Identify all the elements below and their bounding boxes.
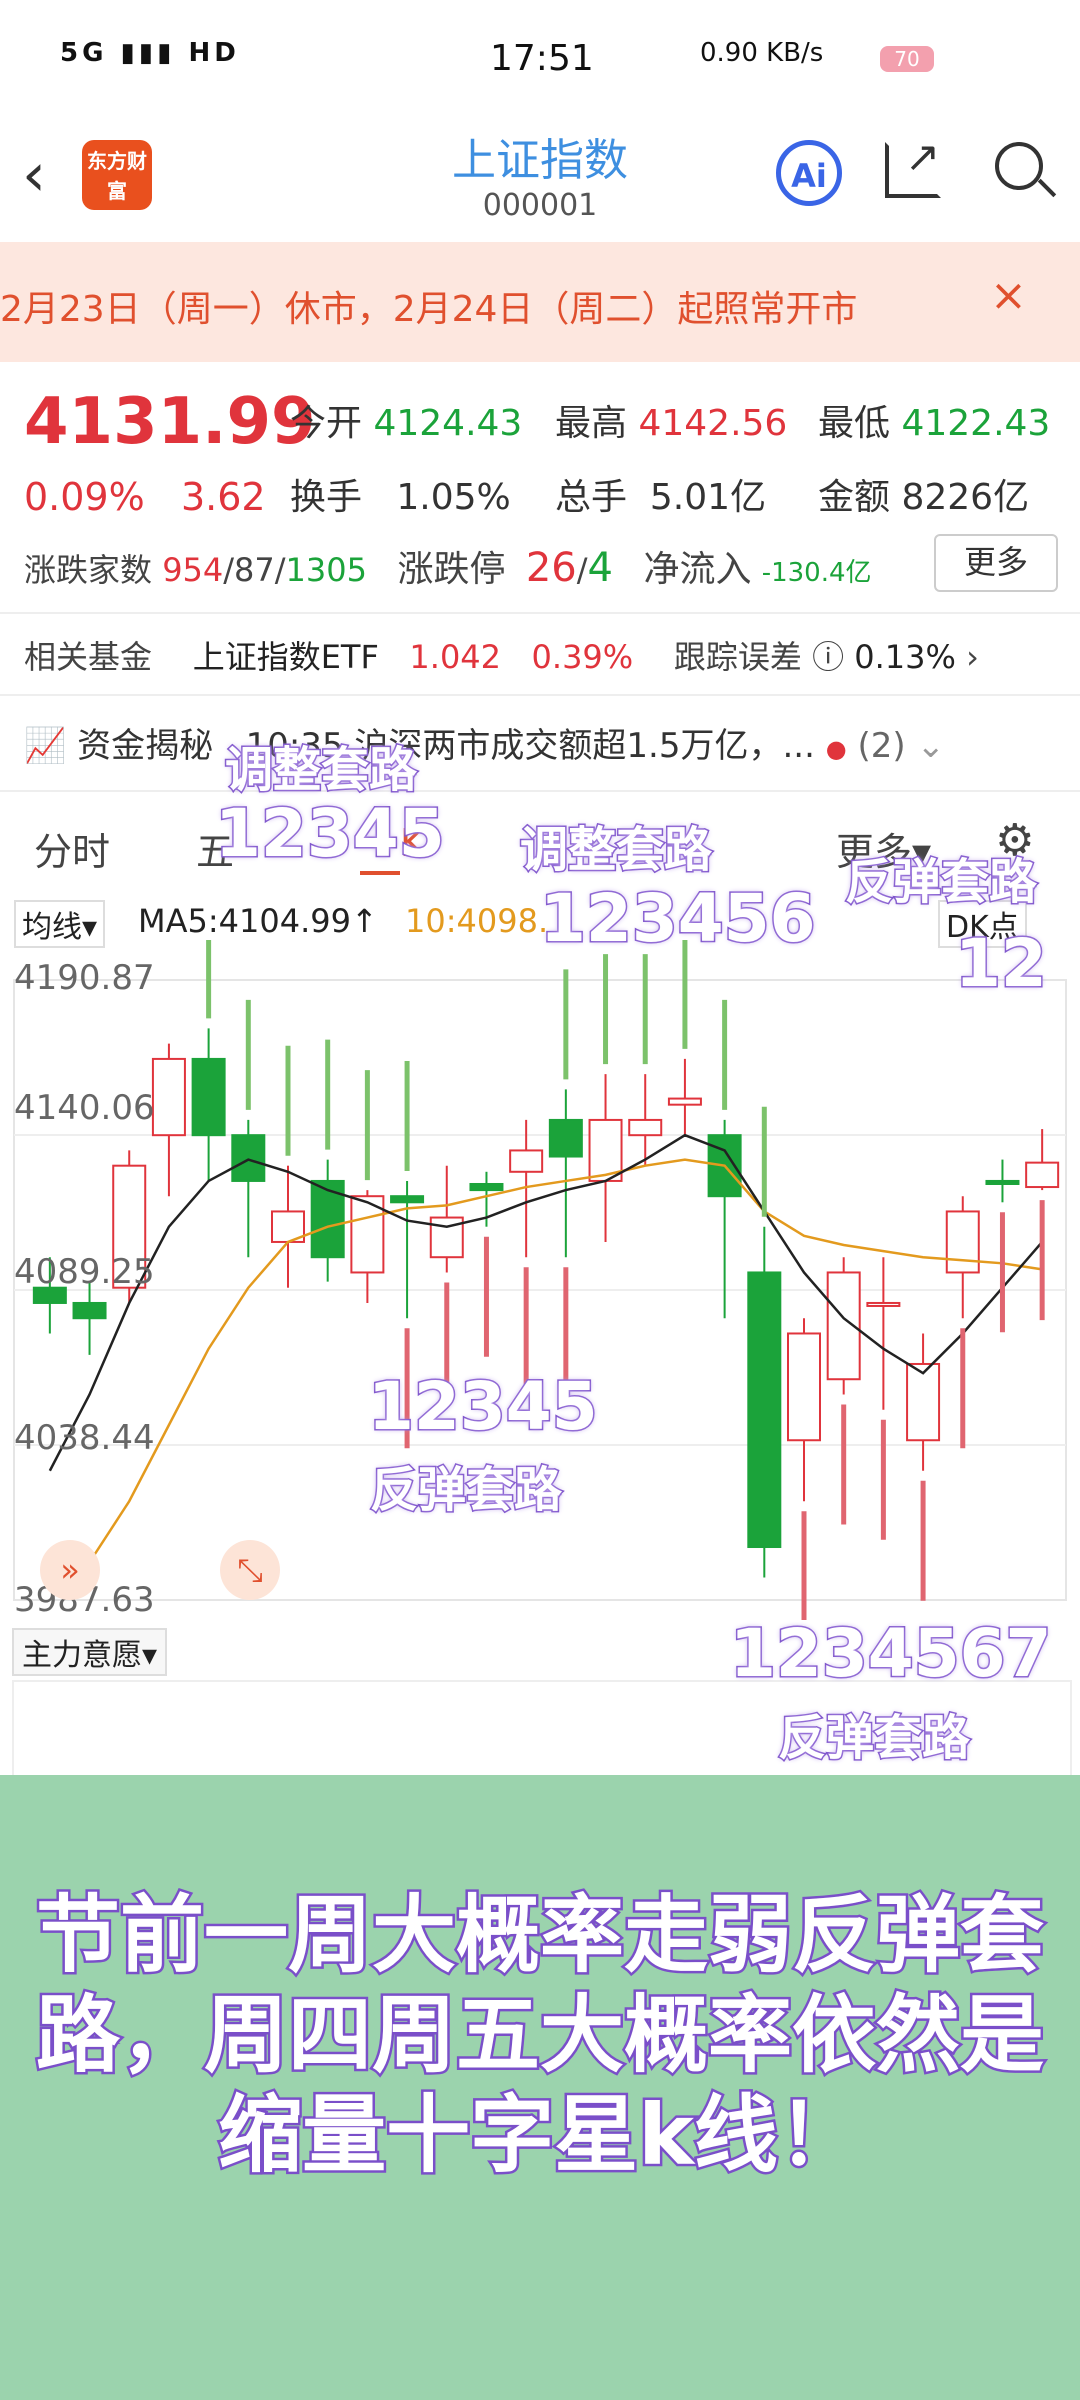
candle-body [231,1134,266,1182]
candle-body [906,1362,941,1442]
tab-intraday[interactable]: 分时 [34,821,110,876]
news-row[interactable]: 📈 资金揭秘 10:35 沪深两市成交额超1.5万亿，... ● (2) ⌄ [24,718,945,767]
divider [0,694,1080,696]
y-tick: 4190.87 [14,958,155,998]
candle-body [985,1179,1020,1185]
candle-body [945,1210,980,1274]
candle-body [866,1301,901,1307]
y-tick: 4089.25 [14,1252,155,1292]
unread-dot: ● [825,735,847,763]
candle-body [628,1118,663,1137]
annotation-rebound-2-nums: 1234567 [728,1614,1052,1694]
indicator-select[interactable]: 主力意愿▾ [12,1628,168,1676]
annotation-rebound-2-title: 反弹套路 [776,1709,971,1768]
rewind-icon[interactable]: » [40,1540,100,1600]
caption-line: 节前一周大概率走弱反弹套 [33,1884,1046,1987]
candle-body [787,1332,821,1442]
y-tick: 4038.44 [14,1418,155,1458]
caption: 节前一周大概率走弱反弹套 路，周四周五大概率依然是 缩量十字星k线！ [0,1884,1080,2187]
ma5-readout: MA5:4104.99↑ [138,902,378,940]
breadth-row: 涨跌家数 954/87/1305 涨跌停 26/4 净流入 -130.4亿 [24,545,872,591]
ma10-readout: 10:4098. [405,902,549,940]
notice-text: 2月23日（周一）休市，2月24日（周二）起照常开市 [0,289,858,330]
annotation-adjust-1-title: 调整套路 [223,741,418,800]
amount-stat: 金额 8226亿 [818,477,1030,518]
candle-body [667,1097,702,1106]
candle-body [191,1057,226,1137]
candle-body [509,1149,544,1173]
change: 0.09% 3.62 [24,475,266,519]
change-pct: 0.09% [24,475,145,519]
annotation-adjust-2-nums: 123456 [539,879,818,959]
volume-stat: 总手 5.01亿 [555,477,767,518]
help-icon: ⓘ [812,638,845,676]
annotation-rebound-top-title: 反弹套路 [843,853,1038,912]
candle-body [1025,1161,1060,1189]
turnover-stat: 换手 1.05% [290,477,511,518]
candle-body [72,1301,107,1320]
chart-icon: 📈 [24,726,67,766]
last-price: 4131.99 [24,385,316,459]
network-indicator: 5G ▮▮▮ HD [60,38,240,68]
low-stat: 最低 4122.43 [818,403,1051,444]
caption-line: 缩量十字星k线！ [216,2084,865,2187]
annotation-adjust-2-title: 调整套路 [518,821,713,880]
status-bar: 5G ▮▮▮ HD 17:51 0.90 KB/s 70 [0,0,1080,110]
close-icon[interactable]: × [990,270,1027,321]
divider [0,612,1080,614]
high-stat: 最高 4142.56 [555,403,788,444]
annotation-rebound-1-nums: 12345 [367,1367,600,1447]
candle-body [151,1057,186,1137]
clock: 17:51 [490,38,594,79]
candle-body [747,1271,782,1549]
search-icon[interactable] [995,142,1043,190]
expand-icon[interactable]: ⤡ [220,1540,280,1600]
candle-body [390,1195,425,1204]
ai-button[interactable]: Ai [776,140,842,206]
annotation-adjust-1-nums: 12345 [214,794,447,874]
caption-line: 路，周四周五大概率依然是 [33,1984,1046,2087]
net-speed: 0.90 KB/s [700,38,824,68]
annotation-rebound-1-title: 反弹套路 [368,1461,563,1520]
open-stat: 今开 4124.43 [290,403,523,444]
notice-banner: 2月23日（周一）休市，2月24日（周二）起照常开市 × [0,242,1080,362]
chevron-down-icon: ⌄ [916,726,945,766]
related-fund-row[interactable]: 相关基金 上证指数ETF 1.042 0.39% 跟踪误差 ⓘ 0.13% › [24,632,979,678]
share-arrow-icon: ↗ [905,132,941,181]
battery-icon: 70 [880,46,934,72]
divider [0,790,1080,792]
annotation-rebound-top-nums: 12 [954,924,1049,1004]
candle-body [469,1182,504,1192]
app-header: ‹ 东方财富 上证指数 000001 Ai ↗ [0,110,1080,240]
candle-body [548,1118,583,1158]
more-button[interactable]: 更多 [934,534,1058,592]
change-abs: 3.62 [180,475,266,519]
y-tick: 4140.06 [14,1088,155,1128]
